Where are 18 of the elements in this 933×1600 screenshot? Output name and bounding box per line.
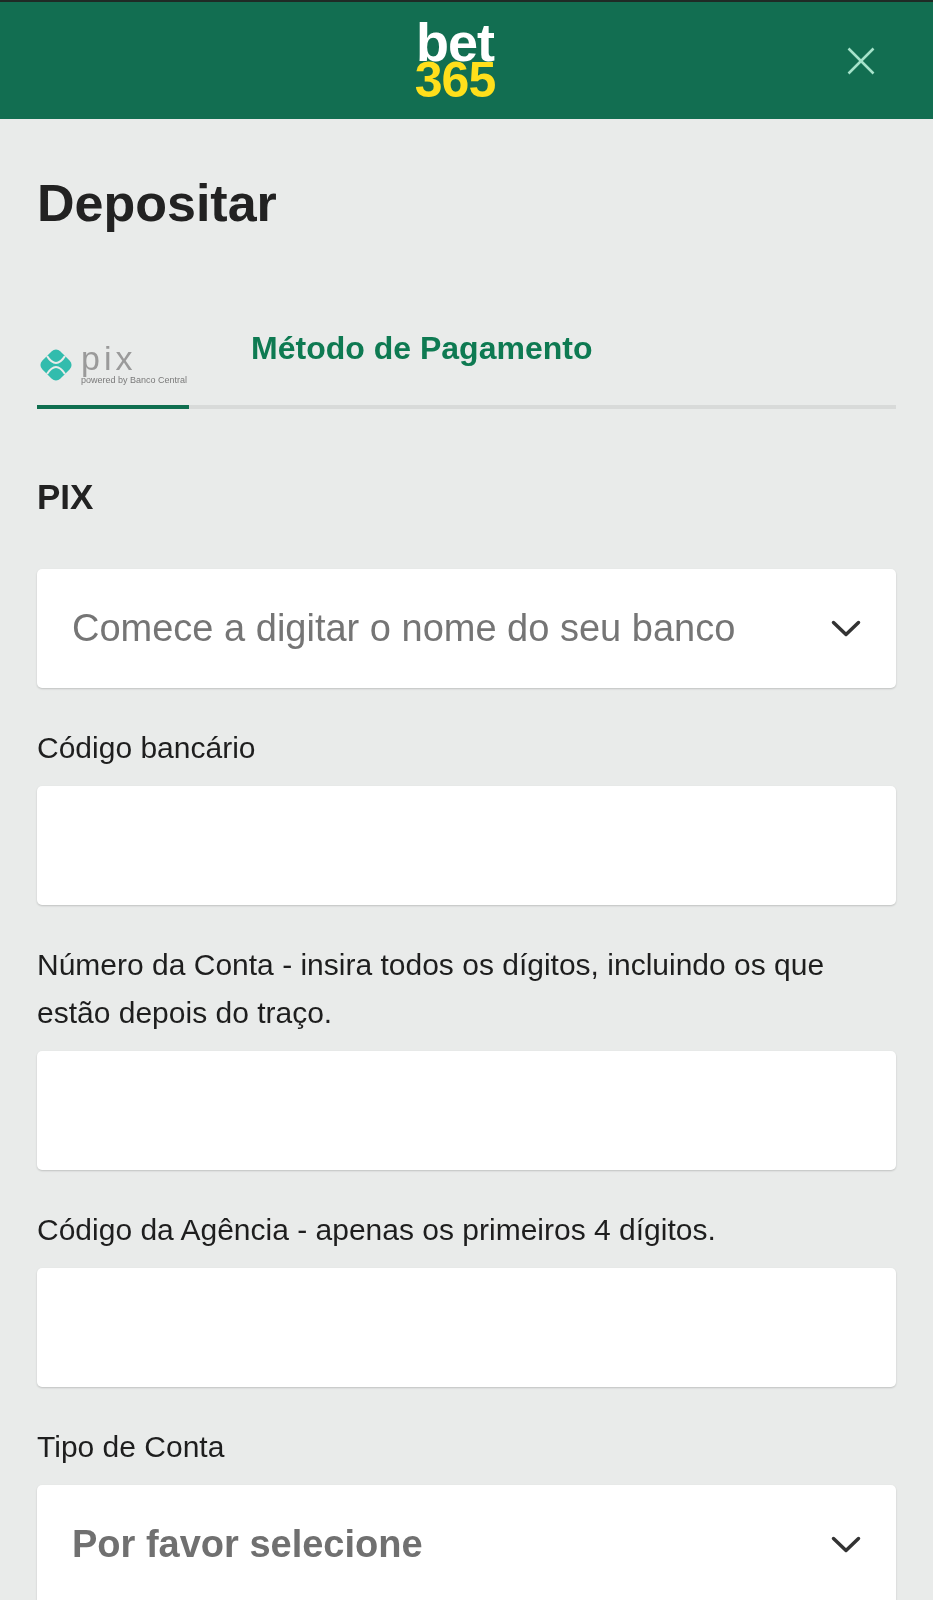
search-select-field[interactable]: Comece a digitar o nome do seu banco bbox=[37, 569, 896, 688]
input-field[interactable] bbox=[37, 786, 896, 905]
close-button[interactable] bbox=[847, 46, 875, 75]
input-field[interactable] bbox=[37, 1051, 896, 1170]
input-field[interactable] bbox=[37, 1268, 896, 1387]
chevron-down-icon bbox=[831, 620, 861, 637]
logo-word: bet bbox=[416, 22, 494, 61]
logo-number: 365 bbox=[414, 60, 496, 99]
dropdown-select[interactable]: Por favor selecione bbox=[37, 1485, 896, 1600]
field-label: Tipo de Conta bbox=[37, 1429, 226, 1465]
payment-method-label: Método de Pagamento bbox=[251, 332, 593, 364]
field-label: Código bancário bbox=[37, 730, 257, 766]
field-label: Código da Agência - apenas os primeiros 4 dígitos. bbox=[37, 1212, 717, 1248]
field-label: Número da Conta - insira todos os dígitos, incluindo os que estão depois do traço. bbox=[37, 947, 826, 1031]
section-title: PIX bbox=[37, 479, 95, 514]
chevron-down-icon bbox=[831, 1536, 861, 1553]
close-icon bbox=[847, 46, 875, 75]
payment-method-tab[interactable]: pix powered by Banco Central bbox=[37, 332, 190, 409]
